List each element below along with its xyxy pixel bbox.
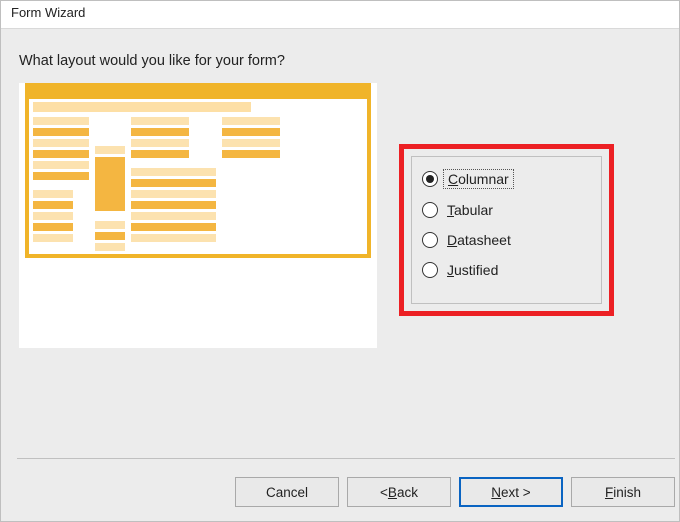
finish-button[interactable]: Finish bbox=[571, 477, 675, 507]
radio-icon bbox=[422, 262, 438, 278]
back-button[interactable]: < Back bbox=[347, 477, 451, 507]
button-separator bbox=[17, 458, 675, 459]
layout-preview bbox=[19, 83, 377, 348]
titlebar: Form Wizard bbox=[1, 1, 679, 29]
form-wizard-window: Form Wizard What layout would you like f… bbox=[0, 0, 680, 522]
cancel-button[interactable]: Cancel bbox=[235, 477, 339, 507]
radio-datasheet[interactable]: Datasheet bbox=[422, 231, 591, 249]
radio-icon bbox=[422, 171, 438, 187]
radio-tabular[interactable]: Tabular bbox=[422, 201, 591, 219]
radio-tabular-label: Tabular bbox=[443, 201, 497, 219]
radio-columnar-label: Columnar bbox=[443, 169, 514, 189]
next-button[interactable]: Next > bbox=[459, 477, 563, 507]
radio-columnar[interactable]: Columnar bbox=[422, 169, 591, 189]
layout-question: What layout would you like for your form… bbox=[19, 53, 661, 69]
window-title: Form Wizard bbox=[11, 5, 85, 20]
radio-icon bbox=[422, 202, 438, 218]
wizard-button-row: Cancel < Back Next > Finish bbox=[235, 477, 675, 507]
layout-options-highlight: Columnar Tabular Datasheet Justified bbox=[399, 144, 614, 316]
radio-datasheet-label: Datasheet bbox=[443, 231, 515, 249]
layout-options-group: Columnar Tabular Datasheet Justified bbox=[411, 156, 602, 304]
radio-justified-label: Justified bbox=[443, 261, 502, 279]
wizard-content: What layout would you like for your form… bbox=[1, 29, 679, 521]
radio-justified[interactable]: Justified bbox=[422, 261, 591, 279]
radio-icon bbox=[422, 232, 438, 248]
